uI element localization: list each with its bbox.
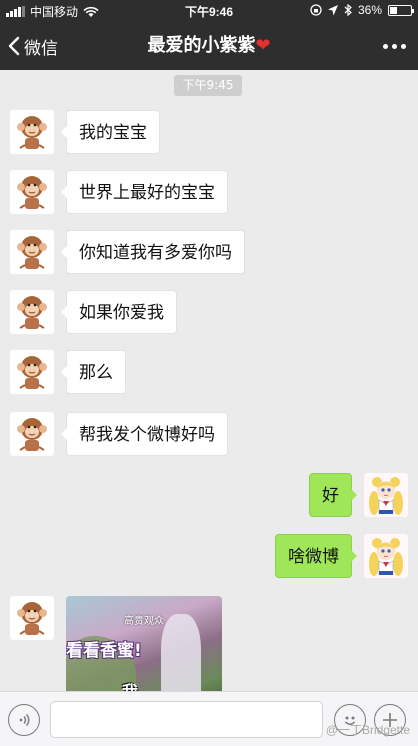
contact-avatar[interactable]	[10, 110, 54, 154]
sailor-moon-avatar-icon	[369, 538, 403, 576]
battery-percent: 36%	[357, 3, 382, 17]
contact-avatar[interactable]	[10, 350, 54, 394]
status-right: 36%	[310, 3, 414, 17]
more-button[interactable]	[383, 22, 406, 70]
message-timestamp: 下午9:45	[174, 75, 242, 96]
my-avatar[interactable]	[364, 473, 408, 517]
message-bubble[interactable]: 帮我发个微博好吗	[61, 412, 228, 456]
sticker-image[interactable]: 高贵观众 看看香蜜! 我	[66, 596, 222, 691]
location-icon	[327, 4, 338, 15]
message-row: 我的宝宝	[0, 110, 418, 156]
battery-icon	[388, 4, 414, 16]
message-bubble[interactable]: 我的宝宝	[61, 110, 160, 154]
message-bubble[interactable]: 你知道我有多爱你吗	[61, 230, 245, 274]
message-row: 帮我发个微博好吗	[0, 412, 418, 458]
message-bubble[interactable]: 那么	[61, 350, 126, 394]
voice-button[interactable]	[8, 704, 40, 736]
contact-avatar[interactable]	[10, 170, 54, 214]
message-bubble[interactable]: 世界上最好的宝宝	[61, 170, 228, 214]
heart-icon: ❤	[255, 35, 271, 56]
message-row: 好	[0, 473, 418, 519]
voice-icon	[19, 714, 30, 726]
message-bubble[interactable]: 好	[309, 473, 357, 517]
chat-title-text: 最爱的小紫紫	[147, 35, 256, 56]
orientation-lock-icon	[310, 4, 322, 16]
my-avatar[interactable]	[364, 534, 408, 578]
message-bubble[interactable]: 啥微博	[275, 534, 357, 578]
sticker-caption-middle: 看看香蜜!	[66, 641, 142, 661]
sailor-moon-avatar-icon	[369, 477, 403, 515]
chat-title: 最爱的小紫紫❤	[0, 22, 418, 70]
monkey-avatar-icon	[17, 116, 47, 149]
monkey-avatar-icon	[17, 296, 47, 329]
monkey-avatar-icon	[17, 418, 47, 451]
chat-area[interactable]: 下午9:45 我的宝宝 世界上最好的宝宝 你知道我有多爱你吗 如果你爱我 那么 …	[0, 70, 418, 691]
message-row: 你知道我有多爱你吗	[0, 230, 418, 276]
message-bubble[interactable]: 如果你爱我	[61, 290, 177, 334]
bluetooth-icon	[344, 4, 352, 16]
message-row: 那么	[0, 350, 418, 396]
contact-avatar[interactable]	[10, 596, 54, 640]
contact-avatar[interactable]	[10, 290, 54, 334]
message-row: 啥微博	[0, 534, 418, 580]
monkey-avatar-icon	[17, 602, 47, 635]
status-bar: 中国移动 下午9:46 36%	[0, 0, 418, 22]
more-dot-icon	[392, 43, 397, 49]
weibo-watermark: @一丁Bridgette	[325, 723, 410, 737]
message-row: 如果你爱我	[0, 290, 418, 336]
monkey-avatar-icon	[17, 236, 47, 269]
sticker-caption-top: 高贵观众	[124, 616, 164, 627]
monkey-avatar-icon	[17, 356, 47, 389]
battery-fill	[390, 6, 397, 14]
sticker-caption-bottom: 我	[122, 678, 138, 691]
more-dot-icon	[401, 43, 406, 49]
message-row: 高贵观众 看看香蜜! 我	[0, 596, 418, 691]
message-input[interactable]	[50, 701, 323, 738]
more-dot-icon	[383, 43, 388, 49]
monkey-avatar-icon	[17, 176, 47, 209]
message-row: 世界上最好的宝宝	[0, 170, 418, 216]
contact-avatar[interactable]	[10, 230, 54, 274]
nav-bar: 微信 最爱的小紫紫❤	[0, 22, 418, 70]
contact-avatar[interactable]	[10, 412, 54, 456]
